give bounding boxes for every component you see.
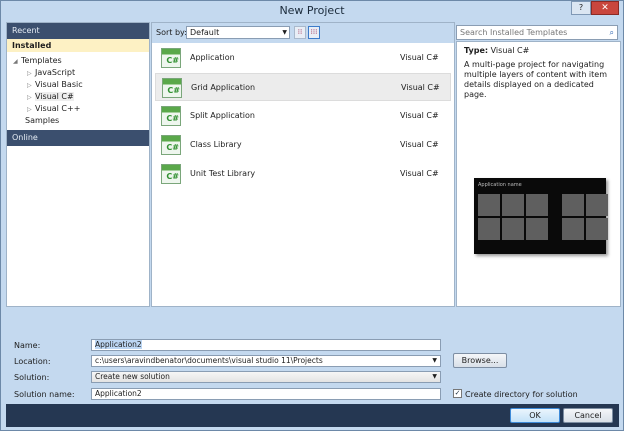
template-category-panel: Recent Installed ◢ Templates ▷ JavaScript … [6,22,150,307]
csharp-project-icon: C# [161,135,181,155]
solution-dropdown[interactable]: Create new solution ▼ [91,371,441,383]
template-name: Split Application [190,111,255,120]
template-language: Visual C# [400,111,439,120]
template-language: Visual C# [400,169,439,178]
solution-name-input[interactable]: Application2 [91,388,441,400]
create-directory-label: Create directory for solution [465,390,578,399]
name-label: Name: [14,341,41,350]
tree-item-javascript[interactable]: ▷ JavaScript [13,67,149,79]
expanded-triangle-icon: ◢ [13,58,18,65]
template-description: A multi-page project for navigating mult… [464,60,608,99]
template-item[interactable]: C# Application Visual C# [155,44,451,72]
create-directory-checkbox[interactable]: ✓ [453,389,462,398]
recent-section[interactable]: Recent [7,23,149,39]
dropdown-arrow-icon: ▼ [432,357,437,364]
csharp-project-icon: C# [161,164,181,184]
template-language: Visual C# [401,83,440,92]
template-language: Visual C# [400,140,439,149]
dropdown-arrow-icon: ▼ [282,29,287,36]
template-item[interactable]: C# Unit Test Library Visual C# [155,160,451,188]
medium-icons-view-button[interactable]: ⁞⁞⁞ [308,26,320,39]
location-label: Location: [14,357,51,366]
solution-name-label: Solution name: [14,390,75,399]
sort-by-label: Sort by: [156,28,187,37]
solution-label: Solution: [14,373,50,382]
template-details-panel: Type: Visual C# A multi-page project for… [456,41,621,307]
type-label: Type: [464,46,489,55]
template-item[interactable]: C# Grid Application Visual C# [155,73,451,101]
cancel-button[interactable]: Cancel [563,408,613,423]
template-name: Application [190,53,235,62]
ok-button[interactable]: OK [510,408,560,423]
search-icon: ⌕ [609,28,614,37]
template-list-panel: Sort by: Default ▼ ⁞⁞ ⁞⁞⁞ C# Application Vi… [151,22,455,307]
close-button[interactable]: ✕ [591,1,619,15]
browse-button[interactable]: Browse... [453,353,507,368]
small-icons-view-button[interactable]: ⁞⁞ [294,26,306,39]
template-item[interactable]: C# Split Application Visual C# [155,102,451,130]
dropdown-arrow-icon: ▼ [432,373,437,380]
template-name: Class Library [190,140,242,149]
template-name: Grid Application [191,83,256,92]
csharp-project-icon: C# [161,106,181,126]
name-input[interactable]: Application2 [91,339,441,351]
new-project-dialog: New Project ? ✕ Recent Installed ◢ Templa… [0,0,624,431]
installed-section[interactable]: Installed [7,39,149,52]
tree-item-samples[interactable]: Samples [13,115,149,127]
dialog-title: New Project [279,4,345,17]
tree-item-visual-csharp[interactable]: ▷ Visual C# [13,91,149,103]
online-section[interactable]: Online [7,130,149,146]
type-value: Visual C# [490,46,530,55]
template-preview-image: Application name [474,178,608,254]
template-item[interactable]: C# Class Library Visual C# [155,131,451,159]
csharp-project-icon: C# [162,78,182,98]
tree-item-visual-cpp[interactable]: ▷ Visual C++ [13,103,149,115]
help-button[interactable]: ? [571,1,591,15]
template-language: Visual C# [400,53,439,62]
tree-item-visual-basic[interactable]: ▷ Visual Basic [13,79,149,91]
sort-by-dropdown[interactable]: Default ▼ [186,26,290,39]
tree-item-templates[interactable]: ◢ Templates [13,55,149,67]
location-combobox[interactable]: c:\users\aravindbenator\documents\visual… [91,355,441,367]
template-name: Unit Test Library [190,169,256,178]
search-templates-input[interactable]: Search Installed Templates ⌕ [456,25,618,40]
csharp-project-icon: C# [161,48,181,68]
